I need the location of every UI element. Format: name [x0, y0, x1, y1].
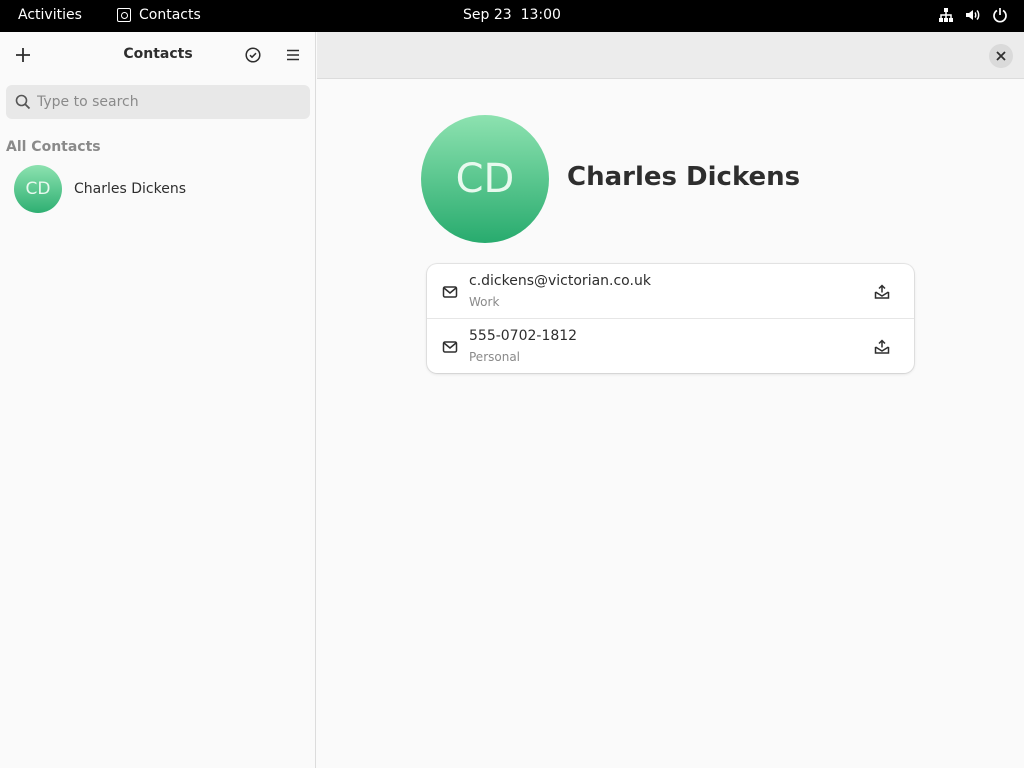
- send-mail-icon: [874, 339, 890, 354]
- app-menu[interactable]: Contacts: [117, 7, 201, 23]
- app-name: Contacts: [139, 7, 201, 23]
- all-contacts-label: All Contacts: [6, 139, 101, 155]
- system-tray[interactable]: [938, 7, 1008, 23]
- mail-icon: [442, 286, 458, 298]
- detail-type: Work: [469, 295, 500, 309]
- select-contacts-button[interactable]: [239, 41, 267, 69]
- send-email-button[interactable]: [870, 335, 894, 359]
- activities-button[interactable]: Activities: [18, 7, 82, 23]
- contact-name: Charles Dickens: [74, 181, 186, 197]
- power-icon[interactable]: [992, 7, 1008, 23]
- hamburger-menu-icon: [287, 49, 299, 61]
- contact-detail-pane: CD Charles Dickens c.dickens@victorian.c…: [317, 32, 1024, 768]
- close-icon: [996, 51, 1006, 61]
- contact-avatar: CD: [421, 115, 549, 243]
- top-bar: Activities Contacts Sep 23 13:00: [0, 0, 1024, 32]
- close-button[interactable]: [989, 44, 1013, 68]
- mail-icon: [442, 341, 458, 353]
- add-contact-button[interactable]: [9, 41, 37, 69]
- contact-list-item[interactable]: CD Charles Dickens: [0, 160, 315, 218]
- contact-full-name: Charles Dickens: [567, 162, 801, 192]
- clock[interactable]: Sep 23 13:00: [463, 7, 561, 23]
- search-box[interactable]: [6, 85, 310, 119]
- plus-icon: [16, 48, 30, 62]
- detail-value: c.dickens@victorian.co.uk: [469, 273, 651, 289]
- detail-header: [317, 32, 1024, 79]
- send-email-button[interactable]: [870, 280, 894, 304]
- sidebar-title: Contacts: [123, 46, 193, 62]
- volume-icon[interactable]: [964, 7, 982, 23]
- check-circle-icon: [245, 47, 261, 63]
- search-input[interactable]: [37, 94, 287, 110]
- sidebar-header: Contacts: [0, 32, 315, 78]
- contact-details-card: c.dickens@victorian.co.uk Work 555-0702-…: [427, 264, 914, 373]
- search-icon: [15, 94, 31, 110]
- main-menu-button[interactable]: [279, 41, 307, 69]
- send-mail-icon: [874, 284, 890, 299]
- contacts-app-icon: [117, 8, 131, 22]
- detail-type: Personal: [469, 350, 521, 364]
- avatar: CD: [14, 165, 62, 213]
- network-icon[interactable]: [938, 7, 954, 23]
- detail-row[interactable]: c.dickens@victorian.co.uk Work: [427, 264, 914, 318]
- detail-row[interactable]: 555-0702-1812 Personal: [427, 318, 914, 373]
- contacts-sidebar: Contacts All Contacts CD Charles Dickens: [0, 32, 316, 768]
- detail-value: 555-0702-1812: [469, 328, 578, 344]
